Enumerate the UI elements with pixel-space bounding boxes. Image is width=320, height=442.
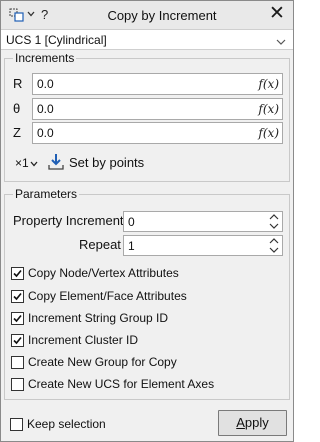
parameters-group-title: Parameters <box>13 187 80 201</box>
property-increment-spinbox[interactable]: 0 <box>123 211 283 232</box>
ucs-select-value: UCS 1 [Cylindrical] <box>6 33 107 47</box>
copy-shape-icon[interactable] <box>9 8 25 22</box>
spin-arrows-icon[interactable] <box>269 237 279 254</box>
checkbox-box[interactable] <box>11 290 24 303</box>
increment-input-r[interactable]: 0.0 f(x) <box>32 73 283 95</box>
repeat-label: Repeat <box>79 237 121 252</box>
checkbox-copy-element-face-attributes[interactable]: Copy Element/Face Attributes <box>11 289 281 305</box>
increment-label-r: R <box>13 76 23 91</box>
checkbox-box[interactable] <box>10 418 23 431</box>
set-by-points-button[interactable]: Set by points <box>69 156 144 170</box>
repeat-value: 1 <box>128 239 135 253</box>
copy-by-increment-dialog: ? Copy by Increment ✕ UCS 1 [Cylindrical… <box>0 0 294 442</box>
apply-button[interactable]: Apply <box>218 410 287 436</box>
checkbox-create-new-ucs-for-element-axes[interactable]: Create New UCS for Element Axes <box>11 377 281 393</box>
close-icon[interactable]: ✕ <box>267 4 287 24</box>
parameters-group: Parameters Property Increment 0 Repeat 1… <box>4 187 290 400</box>
fx-button-z[interactable]: f(x) <box>258 126 279 140</box>
dialog-title: Copy by Increment <box>107 8 217 23</box>
help-icon[interactable]: ? <box>41 7 48 23</box>
checkbox-label: Increment String Group ID <box>28 311 169 325</box>
checkbox-label: Create New UCS for Element Axes <box>28 377 215 391</box>
checkbox-create-new-group-for-copy[interactable]: Create New Group for Copy <box>11 355 281 371</box>
checkbox-label: Create New Group for Copy <box>28 355 177 369</box>
increment-input-z[interactable]: 0.0 f(x) <box>32 122 283 144</box>
property-increment-label: Property Increment <box>13 213 124 228</box>
checkbox-increment-cluster-id[interactable]: Increment Cluster ID <box>11 333 281 349</box>
fx-button-theta[interactable]: f(x) <box>258 102 279 116</box>
keep-selection-label: Keep selection <box>27 417 106 431</box>
increment-row-r: R 0.0 f(x) <box>5 73 289 95</box>
chevron-down-icon <box>276 35 286 45</box>
increment-input-theta[interactable]: 0.0 f(x) <box>32 98 283 120</box>
checkbox-copy-node-vertex-attributes[interactable]: Copy Node/Vertex Attributes <box>11 266 281 282</box>
fx-button-r[interactable]: f(x) <box>258 77 279 91</box>
apply-label-rest: pply <box>244 415 269 430</box>
increment-value-z: 0.0 <box>37 126 54 140</box>
checkbox-label: Copy Node/Vertex Attributes <box>28 266 179 280</box>
increment-value-theta: 0.0 <box>37 102 54 116</box>
apply-mnemonic: A <box>236 415 245 430</box>
property-increment-value: 0 <box>128 215 135 229</box>
checkbox-box[interactable] <box>11 312 24 325</box>
checkbox-box[interactable] <box>11 334 24 347</box>
increment-row-z: Z 0.0 f(x) <box>5 122 289 144</box>
title-bar: ? Copy by Increment ✕ <box>1 1 293 29</box>
checkbox-label: Increment Cluster ID <box>28 333 139 347</box>
checkbox-label: Copy Element/Face Attributes <box>28 289 187 303</box>
set-by-points-icon[interactable] <box>47 153 65 171</box>
checkbox-box[interactable] <box>11 378 24 391</box>
chevron-down-icon[interactable] <box>27 9 35 21</box>
multiplier-dropdown[interactable]: ×1 <box>15 156 38 171</box>
increment-value-r: 0.0 <box>37 77 54 91</box>
checkbox-keep-selection[interactable]: Keep selection <box>10 417 160 433</box>
increment-label-theta: θ <box>13 101 21 116</box>
increments-group-title: Increments <box>13 51 77 65</box>
multiplier-value: ×1 <box>15 156 29 170</box>
spin-arrows-icon[interactable] <box>269 213 279 230</box>
checkbox-increment-string-group-id[interactable]: Increment String Group ID <box>11 311 281 327</box>
chevron-down-icon <box>30 159 38 169</box>
checkbox-box[interactable] <box>11 356 24 369</box>
ucs-select[interactable]: UCS 1 [Cylindrical] <box>1 29 293 50</box>
checkbox-box[interactable] <box>11 267 24 280</box>
repeat-spinbox[interactable]: 1 <box>123 235 283 256</box>
increments-group: Increments R 0.0 f(x) θ 0.0 f(x) Z 0.0 f… <box>4 51 290 182</box>
increment-row-theta: θ 0.0 f(x) <box>5 98 289 120</box>
increment-label-z: Z <box>13 125 21 140</box>
